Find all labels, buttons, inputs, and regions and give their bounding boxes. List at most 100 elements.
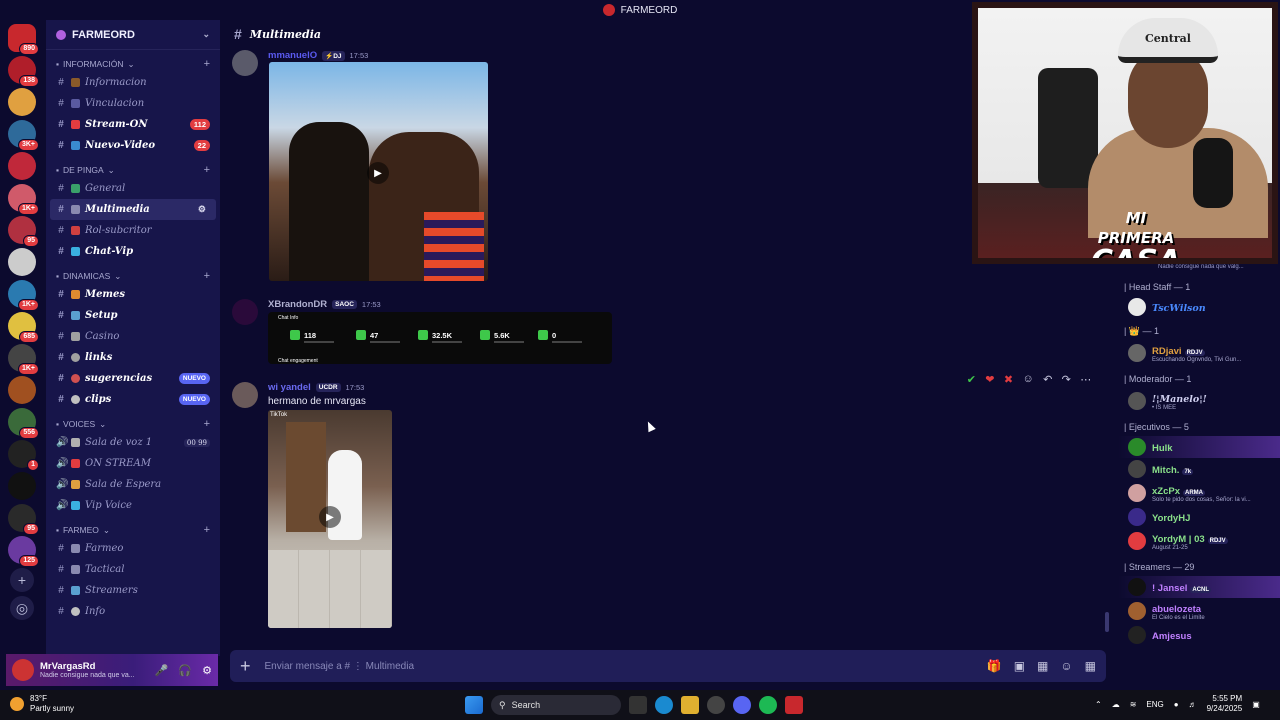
channel-item[interactable]: # Memes: [46, 284, 220, 305]
scrollbar[interactable]: [1105, 612, 1109, 632]
member-item[interactable]: ! Jansel ACNL: [1118, 576, 1280, 598]
gif-icon[interactable]: ▣: [1014, 659, 1025, 673]
channel-item[interactable]: # Streamers: [46, 580, 220, 601]
channel-item[interactable]: # Info: [46, 601, 220, 622]
member-item[interactable]: !¦Manelo¦! • IS MEE: [1118, 388, 1280, 414]
app-icon[interactable]: [707, 696, 725, 714]
channel-item[interactable]: # Stream-ON 112: [46, 114, 220, 135]
member-item[interactable]: RDjavi RDJV Escuchando Ognvndo, Tivi Gun..…: [1118, 340, 1280, 366]
server-icon[interactable]: [8, 376, 36, 404]
forward-icon[interactable]: ↷: [1062, 373, 1071, 386]
guild-header[interactable]: FARMEORD ⌄: [46, 20, 220, 50]
chevron-down-icon[interactable]: ⌄: [202, 29, 210, 40]
channel-category[interactable]: ▪ FARMEO ⌄ +: [46, 522, 220, 538]
task-view-icon[interactable]: [629, 696, 647, 714]
channel-item[interactable]: 🔊 ON STREAM: [46, 453, 220, 474]
add-channel-icon[interactable]: +: [204, 270, 210, 282]
notification-icon[interactable]: ▣: [1252, 700, 1260, 709]
sticker-icon[interactable]: ▦: [1037, 659, 1048, 673]
server-icon[interactable]: 556: [8, 408, 39, 439]
channel-item[interactable]: # Setup: [46, 305, 220, 326]
add-channel-icon[interactable]: +: [204, 418, 210, 430]
avatar[interactable]: [232, 50, 258, 76]
channel-item[interactable]: 🔊 Sala de voz 1 00 99: [46, 432, 220, 453]
member-item[interactable]: abuelozeta El Cielo es el Limite: [1118, 598, 1280, 624]
add-channel-icon[interactable]: +: [204, 524, 210, 536]
server-icon[interactable]: 1K+: [8, 280, 39, 311]
wifi-icon[interactable]: ●: [1174, 700, 1179, 709]
play-icon[interactable]: ▶: [367, 162, 389, 184]
weather-widget[interactable]: 83°F Partly sunny: [10, 694, 74, 714]
member-item[interactable]: TscWilson: [1118, 296, 1280, 318]
language-indicator[interactable]: ENG: [1146, 700, 1163, 709]
channel-item[interactable]: # Tactical: [46, 559, 220, 580]
member-item[interactable]: YordyHJ: [1118, 506, 1280, 528]
message-author[interactable]: mmanuelO: [268, 50, 317, 61]
server-icon[interactable]: 890: [8, 24, 39, 55]
discord-icon[interactable]: [733, 696, 751, 714]
video-attachment[interactable]: ▶: [269, 62, 488, 281]
server-icon[interactable]: [8, 152, 36, 180]
app-icon[interactable]: [785, 696, 803, 714]
channel-item[interactable]: # Chat-Vip: [46, 241, 220, 262]
emoji-icon[interactable]: ☺: [1060, 659, 1072, 673]
video-attachment[interactable]: TikTok ▶: [268, 410, 392, 628]
server-icon[interactable]: [8, 248, 36, 276]
server-icon[interactable]: 685: [8, 312, 39, 343]
reply-icon[interactable]: ↶: [1043, 373, 1052, 386]
avatar[interactable]: [12, 659, 34, 681]
cloud-icon[interactable]: ☁: [1112, 700, 1120, 709]
channel-item[interactable]: # Casino: [46, 326, 220, 347]
server-icon[interactable]: 138: [8, 56, 39, 87]
avatar[interactable]: [232, 382, 258, 408]
close-icon[interactable]: ✖: [1004, 373, 1013, 386]
server-icon[interactable]: 1: [8, 440, 39, 471]
spotify-icon[interactable]: [759, 696, 777, 714]
headphones-icon[interactable]: 🎧: [178, 664, 192, 677]
username[interactable]: MrVargasRd: [40, 661, 135, 672]
start-icon[interactable]: [465, 696, 483, 714]
gear-icon[interactable]: ⚙: [202, 664, 212, 677]
server-icon[interactable]: 95: [8, 216, 39, 247]
more-icon[interactable]: ⋯: [1080, 373, 1091, 386]
add-channel-icon[interactable]: +: [204, 58, 210, 70]
member-item[interactable]: Amjesus: [1118, 624, 1280, 646]
channel-item[interactable]: # sugerencias NUEVO: [46, 368, 220, 389]
channel-item[interactable]: # Farmeo: [46, 538, 220, 559]
explore-icon[interactable]: ◎: [10, 596, 34, 620]
add-channel-icon[interactable]: +: [204, 164, 210, 176]
taskbar-search[interactable]: ⚲ Search: [491, 695, 621, 715]
edge-icon[interactable]: [655, 696, 673, 714]
clock[interactable]: 5:55 PM 9/24/2025: [1207, 694, 1243, 714]
channel-category[interactable]: ▪ VOICES ⌄ +: [46, 416, 220, 432]
channel-settings-icon[interactable]: ⚙: [198, 205, 206, 215]
gift-icon[interactable]: 🎁: [987, 659, 1002, 673]
microphone-icon[interactable]: 🎤: [155, 664, 169, 677]
heart-icon[interactable]: ❤: [985, 373, 994, 386]
message-author[interactable]: wi yandel: [268, 382, 311, 393]
add-server-icon[interactable]: +: [10, 568, 34, 592]
member-item[interactable]: xZcPx ARMA Solo te pido dos cosas, Señor: …: [1118, 480, 1280, 506]
channel-item[interactable]: # Informacion: [46, 72, 220, 93]
server-icon[interactable]: 125: [8, 536, 39, 567]
member-item[interactable]: Hulk: [1118, 436, 1280, 458]
chevron-up-icon[interactable]: ⌃: [1095, 700, 1102, 709]
channel-item[interactable]: # Multimedia ⚙: [50, 199, 216, 220]
channel-category[interactable]: ▪ DINAMICAS ⌄ +: [46, 268, 220, 284]
avatar[interactable]: [232, 299, 258, 325]
channel-item[interactable]: # General: [46, 178, 220, 199]
server-icon[interactable]: 1K+: [8, 184, 39, 215]
network-icon[interactable]: ≋: [1130, 700, 1137, 709]
add-attachment-icon[interactable]: +: [240, 656, 251, 677]
message-author[interactable]: XBrandonDR: [268, 299, 327, 310]
member-item[interactable]: Mitch. 7k: [1118, 458, 1280, 480]
play-icon[interactable]: ▶: [319, 506, 341, 528]
server-icon[interactable]: [8, 88, 36, 116]
apps-icon[interactable]: ▦: [1085, 659, 1096, 673]
server-icon[interactable]: 1K+: [8, 344, 39, 375]
channel-item[interactable]: # Rol-subcritor: [46, 220, 220, 241]
volume-icon[interactable]: ♬: [1189, 700, 1197, 709]
channel-item[interactable]: # links: [46, 347, 220, 368]
channel-item[interactable]: # Vinculacion: [46, 93, 220, 114]
channel-item[interactable]: # Nuevo-Video 22: [46, 135, 220, 156]
